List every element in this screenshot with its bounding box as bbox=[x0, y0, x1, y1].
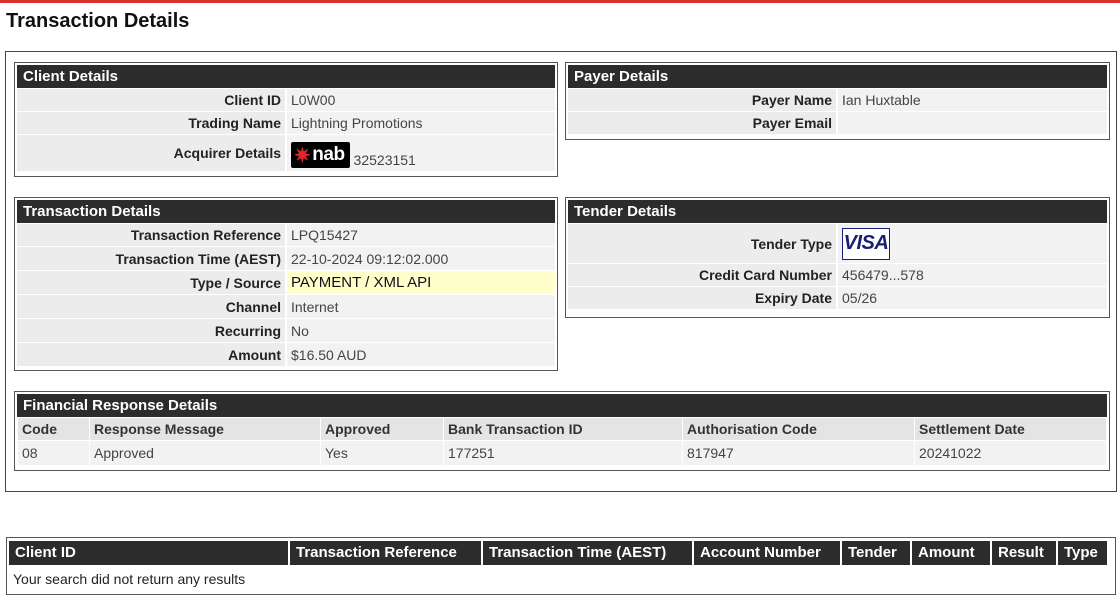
financial-response-title: Financial Response Details bbox=[17, 394, 1107, 417]
transaction-time-value: 22-10-2024 09:12:02.000 bbox=[287, 247, 555, 270]
channel-label: Channel bbox=[17, 295, 285, 318]
recurring-value: No bbox=[287, 319, 555, 342]
client-id-row: Client ID L0W00 bbox=[17, 89, 555, 111]
tender-details-title: Tender Details bbox=[568, 200, 1107, 223]
trading-name-label: Trading Name bbox=[17, 112, 285, 134]
recurring-label: Recurring bbox=[17, 319, 285, 342]
column-header-account-number[interactable]: Account Number bbox=[694, 541, 840, 565]
transaction-reference-label: Transaction Reference bbox=[17, 224, 285, 246]
column-header-transaction-time[interactable]: Transaction Time (AEST) bbox=[483, 541, 692, 565]
credit-card-number-row: Credit Card Number 456479...578 bbox=[568, 264, 1107, 286]
approved-cell: Yes bbox=[321, 441, 443, 465]
credit-card-number-value: 456479...578 bbox=[838, 264, 1107, 286]
expiry-date-value: 05/26 bbox=[838, 287, 1107, 309]
search-results-header-row: Client ID Transaction Reference Transact… bbox=[9, 541, 1113, 565]
nab-star-icon: ✷ bbox=[294, 144, 311, 167]
transaction-details-container: Client Details Client ID L0W00 Trading N… bbox=[5, 51, 1117, 492]
column-header: Approved bbox=[321, 418, 443, 440]
empty-results-message: Your search did not return any results bbox=[13, 571, 246, 587]
trading-name-value: Lightning Promotions bbox=[287, 112, 555, 134]
amount-row: Amount $16.50 AUD bbox=[17, 343, 555, 366]
payer-name-label: Payer Name bbox=[568, 89, 836, 111]
acquirer-id-value: 32523151 bbox=[353, 152, 416, 168]
credit-card-number-label: Credit Card Number bbox=[568, 264, 836, 286]
transaction-details-panel: Transaction Details Transaction Referenc… bbox=[14, 197, 558, 371]
column-header: Settlement Date bbox=[915, 418, 1106, 440]
expiry-date-label: Expiry Date bbox=[568, 287, 836, 309]
client-details-title: Client Details bbox=[17, 65, 555, 88]
page-title: Transaction Details bbox=[6, 10, 190, 32]
transaction-details-title: Transaction Details bbox=[17, 200, 555, 223]
recurring-row: Recurring No bbox=[17, 319, 555, 342]
transaction-time-row: Transaction Time (AEST) 22-10-2024 09:12… bbox=[17, 247, 555, 270]
type-source-row: Type / Source PAYMENT / XML API bbox=[17, 271, 555, 294]
tender-details-panel: Tender Details Tender Type VISA Credit C… bbox=[565, 197, 1110, 318]
client-id-label: Client ID bbox=[17, 89, 285, 111]
search-results-table: Client ID Transaction Reference Transact… bbox=[6, 537, 1116, 595]
channel-value: Internet bbox=[287, 295, 555, 318]
payer-email-row: Payer Email bbox=[568, 112, 1107, 134]
transaction-reference-value: LPQ15427 bbox=[287, 224, 555, 246]
table-row: 08 Approved Yes 177251 817947 20241022 bbox=[18, 441, 1106, 465]
visa-logo-icon: VISA bbox=[842, 227, 890, 260]
financial-response-table: Code Response Message Approved Bank Tran… bbox=[17, 417, 1107, 466]
authorisation-code-cell: 817947 bbox=[683, 441, 914, 465]
acquirer-details-row: Acquirer Details ✷ nab 32523151 bbox=[17, 135, 555, 171]
payer-email-label: Payer Email bbox=[568, 112, 836, 134]
nab-logo-icon: ✷ nab bbox=[291, 142, 350, 168]
expiry-date-row: Expiry Date 05/26 bbox=[568, 287, 1107, 309]
column-header-type[interactable]: Type bbox=[1058, 541, 1107, 565]
client-details-panel: Client Details Client ID L0W00 Trading N… bbox=[14, 62, 558, 177]
bank-transaction-id-cell: 177251 bbox=[444, 441, 682, 465]
column-header-tender[interactable]: Tender bbox=[842, 541, 910, 565]
column-header: Response Message bbox=[90, 418, 320, 440]
payer-name-row: Payer Name Ian Huxtable bbox=[568, 89, 1107, 111]
tender-type-row: Tender Type VISA bbox=[568, 224, 1107, 263]
payer-details-panel: Payer Details Payer Name Ian Huxtable Pa… bbox=[565, 62, 1110, 140]
column-header-client-id[interactable]: Client ID bbox=[9, 541, 288, 565]
financial-response-header-row: Code Response Message Approved Bank Tran… bbox=[18, 418, 1106, 440]
type-source-value: PAYMENT / XML API bbox=[287, 271, 555, 294]
transaction-time-label: Transaction Time (AEST) bbox=[17, 247, 285, 270]
column-header: Code bbox=[18, 418, 89, 440]
top-accent-line bbox=[0, 0, 1120, 3]
financial-response-panel: Financial Response Details Code Response… bbox=[14, 391, 1110, 471]
column-header-transaction-reference[interactable]: Transaction Reference bbox=[290, 541, 481, 565]
column-header: Bank Transaction ID bbox=[444, 418, 682, 440]
acquirer-details-label: Acquirer Details bbox=[17, 135, 285, 171]
amount-value: $16.50 AUD bbox=[287, 343, 555, 366]
payer-details-title: Payer Details bbox=[568, 65, 1107, 88]
payer-name-value: Ian Huxtable bbox=[838, 89, 1107, 111]
settlement-date-cell: 20241022 bbox=[915, 441, 1106, 465]
column-header-amount[interactable]: Amount bbox=[912, 541, 990, 565]
payer-email-value bbox=[838, 112, 1107, 134]
response-message-cell: Approved bbox=[90, 441, 320, 465]
channel-row: Channel Internet bbox=[17, 295, 555, 318]
type-source-label: Type / Source bbox=[17, 271, 285, 294]
column-header: Authorisation Code bbox=[683, 418, 914, 440]
transaction-reference-row: Transaction Reference LPQ15427 bbox=[17, 224, 555, 246]
client-id-value: L0W00 bbox=[287, 89, 555, 111]
amount-label: Amount bbox=[17, 343, 285, 366]
response-code-cell: 08 bbox=[18, 441, 89, 465]
column-header-result[interactable]: Result bbox=[992, 541, 1056, 565]
tender-type-label: Tender Type bbox=[568, 224, 836, 263]
trading-name-row: Trading Name Lightning Promotions bbox=[17, 112, 555, 134]
